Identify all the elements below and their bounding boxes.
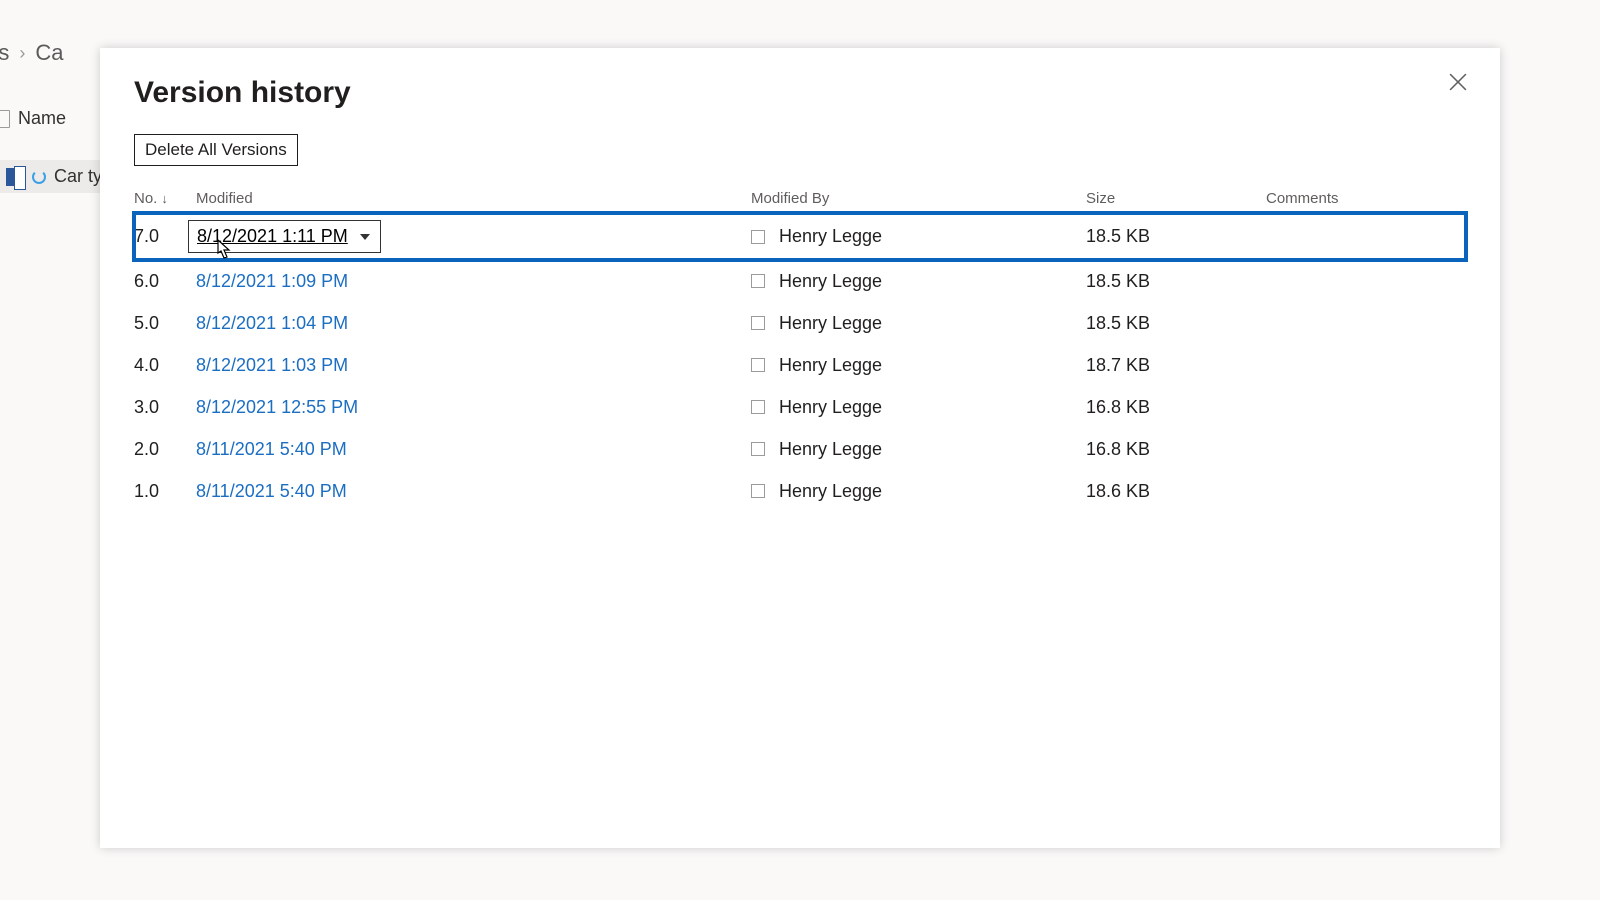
cell-modified: 8/12/2021 1:09 PM [196, 271, 751, 292]
breadcrumb-part[interactable]: nts [0, 40, 9, 66]
modified-link[interactable]: 8/12/2021 12:55 PM [196, 397, 358, 417]
presence-icon [751, 274, 765, 288]
version-dropdown[interactable]: 8/12/2021 1:11 PM [188, 220, 381, 253]
cell-size: 16.8 KB [1086, 397, 1266, 418]
chevron-down-icon [360, 234, 370, 240]
chevron-right-icon: › [19, 43, 25, 64]
presence-icon [751, 484, 765, 498]
modified-link[interactable]: 8/12/2021 1:11 PM [197, 226, 348, 247]
cell-version-number: 4.0 [134, 355, 196, 376]
column-header-no[interactable]: No. ↓ [134, 190, 196, 207]
table-row[interactable]: 5.08/12/2021 1:04 PM Henry Legge 18.5 KB [134, 302, 1466, 344]
cell-size: 18.7 KB [1086, 355, 1266, 376]
table-row[interactable]: 6.08/12/2021 1:09 PM Henry Legge 18.5 KB [134, 260, 1466, 302]
presence-icon [751, 230, 765, 244]
modified-by-name[interactable]: Henry Legge [779, 271, 882, 292]
cell-modified-by: Henry Legge [751, 481, 1086, 502]
cell-modified-by: Henry Legge [751, 355, 1086, 376]
cell-modified-by: Henry Legge [751, 226, 1086, 247]
cell-modified: 8/12/2021 12:55 PM [196, 397, 751, 418]
cell-modified-by: Henry Legge [751, 397, 1086, 418]
cell-size: 18.5 KB [1086, 313, 1266, 334]
cell-version-number: 7.0 [134, 226, 196, 247]
cell-size: 18.5 KB [1086, 226, 1266, 247]
modified-link[interactable]: 8/12/2021 1:04 PM [196, 313, 348, 333]
column-header-label: No. [134, 190, 157, 207]
modified-by-name[interactable]: Henry Legge [779, 355, 882, 376]
column-header-comments[interactable]: Comments [1266, 190, 1446, 207]
cell-version-number: 3.0 [134, 397, 196, 418]
modified-by-name[interactable]: Henry Legge [779, 397, 882, 418]
modified-link[interactable]: 8/12/2021 1:03 PM [196, 355, 348, 375]
cell-modified: 8/11/2021 5:40 PM [196, 439, 751, 460]
word-document-icon [6, 168, 24, 186]
presence-icon [751, 442, 765, 456]
column-header-modified-by[interactable]: Modified By [751, 190, 1086, 207]
modified-by-name[interactable]: Henry Legge [779, 313, 882, 334]
modified-link[interactable]: 8/12/2021 1:09 PM [196, 271, 348, 291]
cell-modified-by: Henry Legge [751, 439, 1086, 460]
column-header-label: Name [18, 108, 66, 129]
delete-all-versions-button[interactable]: Delete All Versions [134, 134, 298, 166]
cell-size: 18.5 KB [1086, 271, 1266, 292]
close-button[interactable] [1444, 68, 1472, 96]
modified-link[interactable]: 8/11/2021 5:40 PM [196, 439, 347, 459]
cell-modified: 8/12/2021 1:03 PM [196, 355, 751, 376]
file-icon [0, 110, 10, 128]
sort-descending-icon: ↓ [161, 191, 168, 206]
close-icon [1449, 73, 1467, 91]
cell-modified-by: Henry Legge [751, 313, 1086, 334]
cell-modified: 8/12/2021 1:04 PM [196, 313, 751, 334]
table-body: 7.08/12/2021 1:11 PMHenry Legge18.5 KB6.… [134, 213, 1466, 512]
modified-by-name[interactable]: Henry Legge [779, 481, 882, 502]
table-row[interactable]: 1.08/11/2021 5:40 PM Henry Legge 18.6 KB [134, 470, 1466, 512]
table-row[interactable]: 4.08/12/2021 1:03 PM Henry Legge 18.7 KB [134, 344, 1466, 386]
column-header-size[interactable]: Size [1086, 190, 1266, 207]
cell-modified-by: Henry Legge [751, 271, 1086, 292]
cell-version-number: 2.0 [134, 439, 196, 460]
breadcrumb: nts › Ca [0, 40, 63, 66]
column-header-modified[interactable]: Modified [196, 190, 751, 207]
presence-icon [751, 358, 765, 372]
modified-by-name[interactable]: Henry Legge [779, 226, 882, 247]
cell-size: 18.6 KB [1086, 481, 1266, 502]
sync-icon [32, 170, 46, 184]
dialog-title: Version history [134, 76, 1466, 110]
cell-version-number: 6.0 [134, 271, 196, 292]
table-row[interactable]: 7.08/12/2021 1:11 PM Henry Legge 18.5 KB [134, 213, 1466, 260]
presence-icon [751, 316, 765, 330]
cell-size: 16.8 KB [1086, 439, 1266, 460]
version-history-dialog: Version history Delete All Versions No. … [100, 48, 1500, 848]
modified-by-name[interactable]: Henry Legge [779, 439, 882, 460]
table-row[interactable]: 2.08/11/2021 5:40 PM Henry Legge 16.8 KB [134, 428, 1466, 470]
presence-icon [751, 400, 765, 414]
cell-modified: 8/12/2021 1:11 PM [196, 220, 751, 253]
modified-link[interactable]: 8/11/2021 5:40 PM [196, 481, 347, 501]
cell-version-number: 5.0 [134, 313, 196, 334]
table-row[interactable]: 3.08/12/2021 12:55 PM Henry Legge 16.8 KB [134, 386, 1466, 428]
cell-modified: 8/11/2021 5:40 PM [196, 481, 751, 502]
breadcrumb-part[interactable]: Ca [35, 40, 63, 66]
cell-version-number: 1.0 [134, 481, 196, 502]
table-header: No. ↓ Modified Modified By Size Comments [134, 182, 1466, 213]
